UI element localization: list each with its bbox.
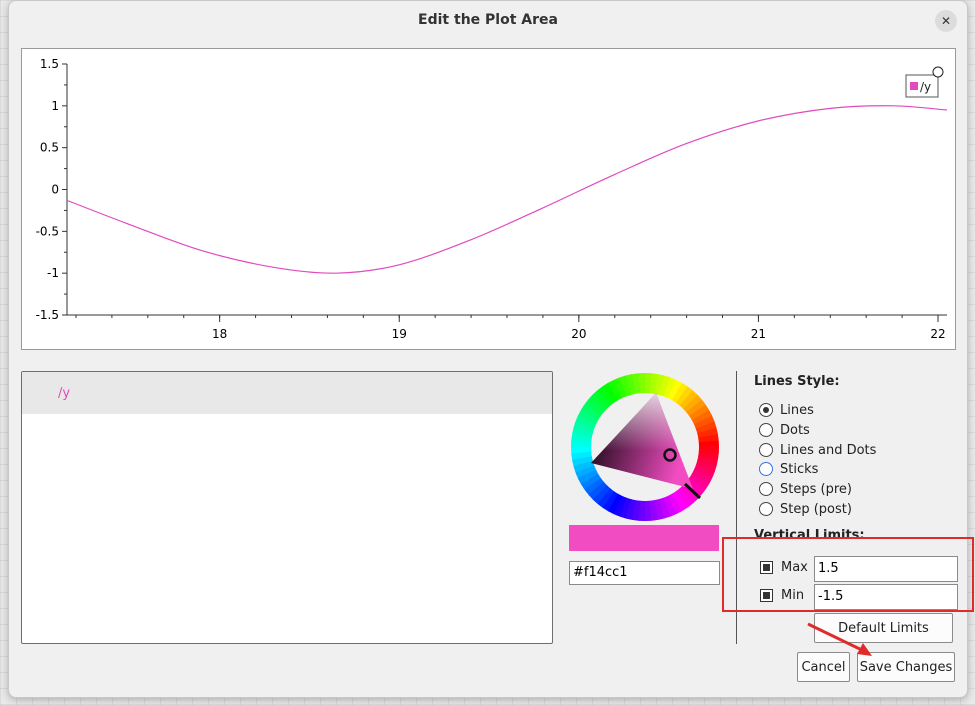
y-tick-label: 1	[51, 99, 59, 113]
radio-step-post-indicator[interactable]	[759, 502, 773, 516]
y-tick-label: 1.5	[40, 57, 59, 71]
radio-lines[interactable]: Lines	[759, 401, 814, 419]
radio-dots[interactable]: Dots	[759, 421, 810, 439]
highlight-annotation	[722, 537, 974, 612]
radio-step-post-label: Step (post)	[780, 501, 852, 517]
hex-color-input[interactable]	[569, 561, 720, 585]
dialog-title: Edit the Plot Area	[418, 12, 558, 28]
legend-swatch	[910, 82, 918, 90]
plot-area[interactable]: 1.5 1 0.5 0 -0.5 -1 -1.5 18 19 20 21 22 /y	[21, 48, 956, 350]
x-tick-label: 21	[751, 327, 766, 341]
plot-legend: /y	[905, 66, 944, 98]
close-icon: ✕	[940, 14, 952, 28]
y-tick-label: -0.5	[36, 224, 59, 238]
x-tick-label: 18	[212, 327, 227, 341]
series-line-y	[66, 105, 948, 274]
radio-lines-and-dots-indicator[interactable]	[759, 443, 773, 457]
radio-lines-and-dots-label: Lines and Dots	[780, 442, 877, 458]
x-tick-label: 20	[571, 327, 586, 341]
radio-step-post[interactable]: Step (post)	[759, 500, 852, 518]
edit-plot-area-dialog: Edit the Plot Area ✕ 1.5 1 0.5 0 -0.5 -1 -1.5 …	[8, 0, 974, 698]
radio-dots-indicator[interactable]	[759, 423, 773, 437]
y-tick-label: 0	[51, 183, 59, 197]
radio-lines-label: Lines	[780, 402, 814, 418]
color-preview	[569, 525, 719, 551]
radio-sticks[interactable]: Sticks	[759, 460, 818, 478]
save-changes-button[interactable]: Save Changes	[857, 652, 955, 682]
radio-sticks-label: Sticks	[780, 461, 819, 477]
legend-label: /y	[920, 80, 931, 94]
lines-style-title: Lines Style:	[754, 374, 840, 389]
x-tick-label: 19	[392, 327, 407, 341]
x-tick-label: 22	[930, 327, 945, 341]
radio-dots-label: Dots	[780, 422, 810, 438]
cancel-button[interactable]: Cancel	[797, 652, 850, 682]
y-tick-label: -1.5	[36, 308, 59, 322]
legend-handle	[932, 66, 944, 78]
radio-sticks-indicator[interactable]	[759, 462, 773, 476]
series-item[interactable]: /y	[22, 372, 552, 414]
plot-svg: 1.5 1 0.5 0 -0.5 -1 -1.5 18 19 20 21 22 /y	[36, 57, 948, 341]
radio-steps-pre[interactable]: Steps (pre)	[759, 480, 852, 498]
radio-steps-pre-indicator[interactable]	[759, 482, 773, 496]
y-tick-label: 0.5	[40, 141, 59, 155]
color-wheel[interactable]	[569, 371, 721, 523]
default-limits-button[interactable]: Default Limits	[814, 613, 953, 643]
radio-steps-pre-label: Steps (pre)	[780, 481, 852, 497]
radio-lines-indicator[interactable]	[759, 403, 773, 417]
y-tick-label: -1	[47, 266, 59, 280]
close-button[interactable]: ✕	[935, 10, 957, 32]
radio-lines-and-dots[interactable]: Lines and Dots	[759, 441, 876, 459]
series-list[interactable]: /y	[21, 371, 553, 644]
